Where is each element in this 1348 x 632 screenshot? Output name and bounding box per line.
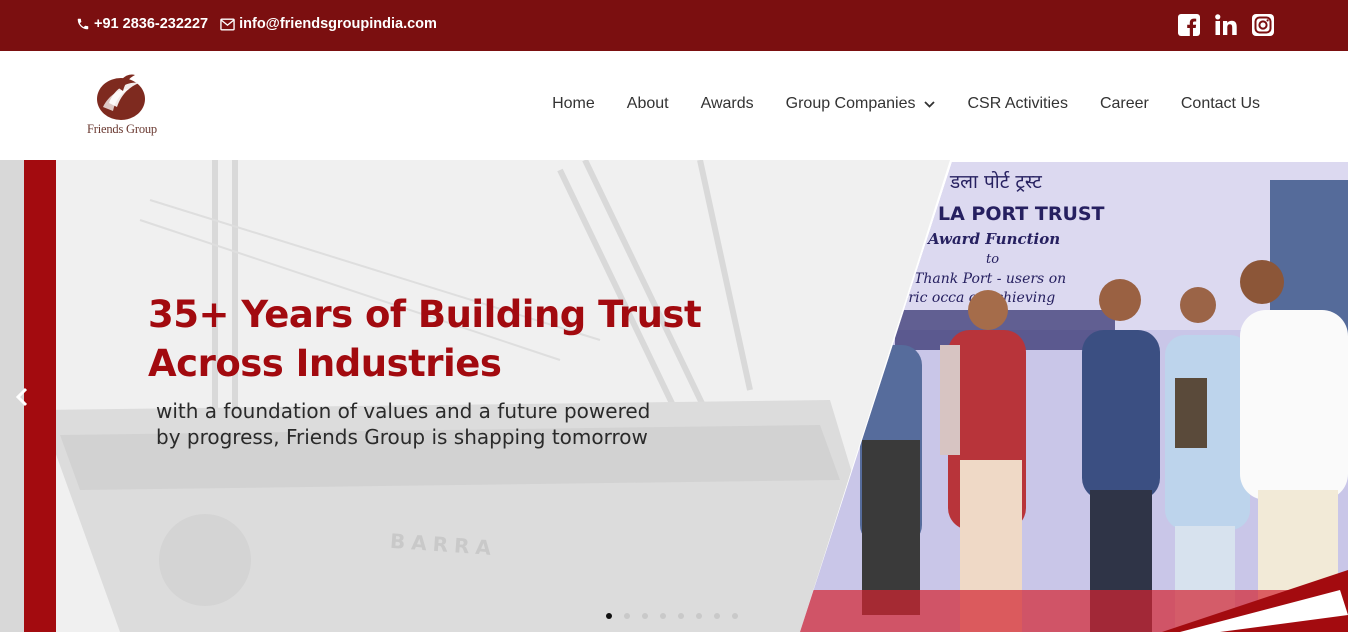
slider-dot-1[interactable] (606, 613, 612, 619)
nav-group-companies[interactable]: Group Companies (786, 95, 936, 113)
nav-career-label: Career (1099, 95, 1149, 112)
hero-subtitle-line-1: with a foundation of values and a future… (156, 399, 651, 423)
logo-text: Friends Group (87, 122, 157, 136)
banner-text-4: to (986, 252, 999, 267)
nav-home-label: Home (552, 95, 595, 112)
slider-prev-arrow-icon[interactable] (10, 385, 34, 409)
phone-link[interactable]: +91 2836-232227 (76, 16, 208, 32)
friends-group-logo[interactable]: Friends Group (80, 71, 164, 143)
slider-dot-3[interactable] (642, 613, 648, 619)
nav-group-companies-label: Group Companies (785, 95, 916, 112)
nav-about-label: About (626, 95, 669, 112)
slider-dot-2[interactable] (624, 613, 630, 619)
facebook-icon[interactable] (1178, 14, 1200, 36)
nav-about[interactable]: About (627, 95, 669, 113)
banner-text-5: Thank Port - users on (914, 271, 1066, 287)
nav-awards-label: Awards (700, 95, 754, 112)
main-navigation: Home About Awards Group Companies CSR Ac… (520, 95, 1260, 113)
chevron-down-icon (924, 100, 936, 108)
hero-title: 35+ Years of Building Trust Across Indus… (148, 290, 702, 388)
banner-text-1: डला पोर्ट ट्रस्ट (949, 170, 1042, 193)
social-links (1163, 14, 1274, 36)
email-address: info@friendsgroupindia.com (239, 16, 437, 32)
banner-text-3: Award Function (926, 230, 1060, 248)
banner-text-2: LA PORT TRUST (938, 203, 1105, 225)
nav-contact-label: Contact Us (1180, 95, 1260, 112)
hero-subtitle: with a foundation of values and a future… (156, 398, 756, 450)
nav-csr-activities[interactable]: CSR Activities (967, 95, 1067, 113)
nav-csr-label: CSR Activities (967, 95, 1068, 112)
top-contact-bar: +91 2836-232227 info@friendsgroupindia.c… (0, 0, 1348, 51)
hero-subtitle-line-2: by progress, Friends Group is shapping t… (156, 425, 648, 449)
slider-dot-4[interactable] (660, 613, 666, 619)
main-header: Friends Group Home About Awards Group Co… (0, 51, 1348, 160)
email-link[interactable]: info@friendsgroupindia.com (220, 16, 437, 32)
nav-home[interactable]: Home (552, 95, 595, 113)
linkedin-icon[interactable] (1215, 14, 1237, 36)
nav-awards[interactable]: Awards (701, 95, 754, 113)
contact-info: +91 2836-232227 info@friendsgroupindia.c… (76, 16, 449, 32)
award-ceremony-photo: डला पोर्ट ट्रस्ट LA PORT TRUST Award Fun… (800, 160, 1348, 632)
hero-title-line-2: Across Industries (148, 342, 502, 385)
hero-title-line-1: 35+ Years of Building Trust (148, 293, 702, 336)
phone-icon (77, 18, 89, 30)
nav-career[interactable]: Career (1100, 95, 1149, 113)
slider-dot-5[interactable] (678, 613, 684, 619)
hero-slider: BARRA 35+ Years of Building Trust Across… (0, 160, 1348, 632)
envelope-icon (220, 18, 235, 30)
slider-dot-8[interactable] (732, 613, 738, 619)
slider-pagination (606, 613, 750, 619)
nav-contact-us[interactable]: Contact Us (1181, 95, 1260, 113)
instagram-icon[interactable] (1252, 14, 1274, 36)
slider-dot-6[interactable] (696, 613, 702, 619)
logo-emblem-icon (97, 74, 145, 120)
phone-number: +91 2836-232227 (94, 16, 209, 32)
slider-dot-7[interactable] (714, 613, 720, 619)
